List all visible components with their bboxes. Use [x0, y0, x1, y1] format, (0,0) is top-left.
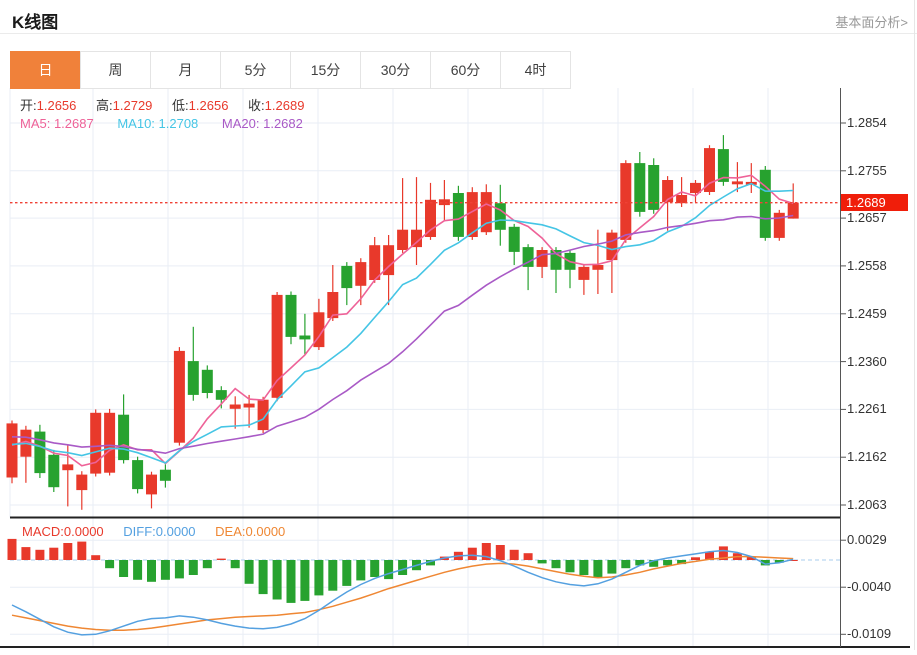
price-tick-1.2261: 1.2261	[847, 401, 887, 417]
close-readout: 收:1.2689	[248, 98, 305, 113]
ma5-readout: MA5: 1.2687	[20, 116, 94, 131]
macd-readout: MACD:0.0000 DIFF:0.0000 DEA:0.0000	[22, 524, 301, 539]
tab-1-日[interactable]: 日	[10, 51, 81, 89]
tab-7-60分[interactable]: 60分	[430, 51, 501, 89]
price-tick-1.2854: 1.2854	[847, 115, 887, 130]
ma-readout: MA5: 1.2687 MA10: 1.2708 MA20: 1.2682	[20, 116, 323, 131]
title-divider	[0, 33, 917, 34]
ohlc-readout: 开:1.2656 高:1.2729 低:1.2656 收:1.2689	[20, 95, 320, 114]
ma10-readout: MA10: 1.2708	[117, 116, 199, 131]
price-tick-1.2657: 1.2657	[847, 210, 887, 226]
panel-right-border	[914, 0, 915, 650]
macd-tick-0.0029: 0.0029	[847, 532, 887, 548]
tab-3-月[interactable]: 月	[150, 51, 221, 89]
tab-8-4时[interactable]: 4时	[500, 51, 571, 89]
price-tick-1.2459: 1.2459	[847, 305, 887, 321]
dea-value: DEA:0.0000	[215, 524, 286, 539]
tab-6-30分[interactable]: 30分	[360, 51, 431, 89]
fundamental-analysis-link[interactable]: 基本面分析>	[835, 12, 908, 31]
high-readout: 高:1.2729	[96, 98, 153, 113]
period-tabs: 日周月 5分 15分 30分 60分 4时	[10, 51, 571, 89]
price-tick-1.2360: 1.2360	[847, 353, 887, 369]
macd-tick--0.0040: -0.0040	[847, 579, 892, 595]
tab-2-周[interactable]: 周	[80, 51, 151, 89]
open-readout: 开:1.2656	[20, 98, 77, 113]
page-title: K线图	[12, 13, 59, 32]
price-tick-1.2558: 1.2558	[847, 257, 887, 273]
macd-value: MACD:0.0000	[22, 524, 104, 539]
price-tick-1.2755: 1.2755	[847, 162, 887, 178]
current-price-badge: 1.2689	[841, 194, 908, 212]
price-tick-1.2162: 1.2162	[847, 449, 887, 465]
tab-4-5分[interactable]: 5分	[220, 51, 291, 89]
low-readout: 低:1.2656	[172, 98, 229, 113]
kline-page: { "header": { "title": "K线图", "link": "基…	[0, 0, 917, 650]
diff-value: DIFF:0.0000	[123, 524, 196, 539]
tab-5-15分[interactable]: 15分	[290, 51, 361, 89]
ma20-readout: MA20: 1.2682	[221, 116, 303, 131]
macd-tick--0.0109: -0.0109	[847, 626, 892, 642]
price-tick-1.2063: 1.2063	[847, 496, 887, 512]
